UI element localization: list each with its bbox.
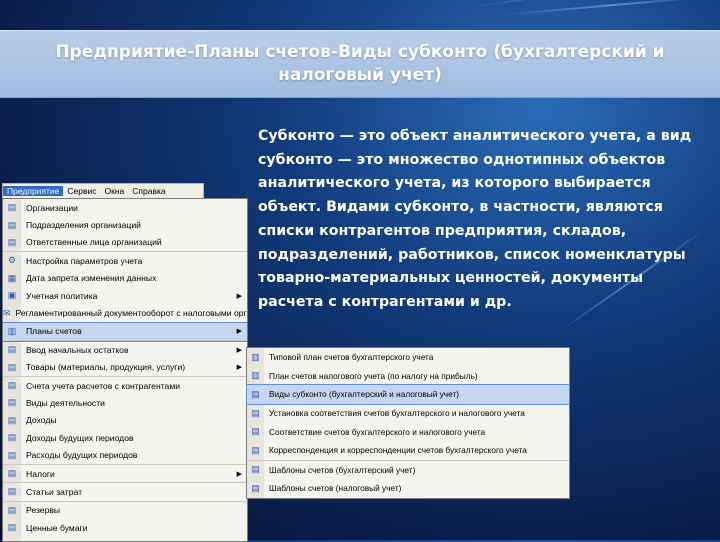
slide-title: Предприятие-Планы счетов-Виды субконто (… <box>55 42 665 85</box>
policy-icon: ▣ <box>7 290 17 301</box>
app-menubar: Предприятие Сервис Окна Справка <box>2 183 204 199</box>
goods-icon: ▤ <box>7 361 17 372</box>
menu-item-regulated-docflow[interactable]: ✉ Регламентированный документооборот с на… <box>3 304 247 323</box>
menubar-item-windows[interactable]: Окна <box>101 186 129 196</box>
submenu-item-account-mapping[interactable]: ▤ Соответствие счетов бухгалтерского и на… <box>247 422 569 441</box>
menu-item-accounting-policy[interactable]: ▣ Учетная политика ▶ <box>3 287 247 304</box>
menu-item-goods[interactable]: ▤ Товары (материалы, продукция, услуги) ▶ <box>3 359 247 377</box>
submenu-item-tax-chart[interactable]: ▥ План счетов налогового учета (по налогу… <box>247 367 569 386</box>
accounts-icon: ▥ <box>7 325 17 336</box>
catalog-icon: ▤ <box>7 397 17 408</box>
menu-item-income[interactable]: ▤ Доходы <box>3 412 247 429</box>
template-icon: ▤ <box>251 464 260 475</box>
template-icon: ▤ <box>251 482 260 493</box>
submenu-arrow-icon: ▶ <box>236 364 242 372</box>
menu-item-reserves[interactable]: ▤ Резервы <box>3 502 247 519</box>
submenu-arrow-icon: ▶ <box>236 328 242 336</box>
menu-item-opening-balances[interactable]: ▤ Ввод начальных остатков ▶ <box>3 341 247 358</box>
enterprise-dropdown-menu: ▤ Организации ▤ Подразделения организаций … <box>2 198 248 542</box>
menu-item-divisions[interactable]: ▤ Подразделения организаций <box>3 216 247 233</box>
submenu-item-subconto-types[interactable]: ▤ Виды субконто (бухгалтерский и налоговы… <box>246 384 570 405</box>
submenu-item-set-account-mapping[interactable]: ▤ Установка соответствия счетов бухгалтер… <box>247 404 569 423</box>
catalog-icon: ▤ <box>7 486 17 497</box>
slide-title-bar: Предприятие-Планы счетов-Виды субконто (… <box>0 30 720 98</box>
settings-icon: ⚙ <box>7 255 17 266</box>
menu-item-securities[interactable]: ▤ Ценные бумаги <box>3 519 247 536</box>
balance-icon: ▤ <box>7 344 17 355</box>
catalog-icon: ▤ <box>7 414 17 425</box>
menu-item-lock-date[interactable]: ▦ Дата запрета изменения данных <box>3 270 247 287</box>
menu-item-deferred-income[interactable]: ▤ Доходы будущих периодов <box>3 429 247 446</box>
charts-of-accounts-submenu: ▥ Типовой план счетов бухгалтерского учет… <box>246 347 570 499</box>
menu-item-charts-of-accounts[interactable]: ▥ Планы счетов ▶ <box>3 321 247 343</box>
chart-of-accounts-icon: ▥ <box>251 351 260 362</box>
catalog-icon: ▤ <box>7 432 17 443</box>
menu-item-organizations[interactable]: ▤ Организации <box>3 199 247 216</box>
submenu-arrow-icon: ▶ <box>236 346 242 354</box>
background-streak <box>499 0 720 16</box>
menu-item-accounting-settings[interactable]: ⚙ Настройка параметров учета <box>3 252 247 269</box>
menubar-item-help[interactable]: Справка <box>128 186 169 196</box>
submenu-item-correspondence[interactable]: ▤ Корреспонденция и корреспонденции счето… <box>247 441 569 460</box>
submenu-item-account-templates-nu[interactable]: ▤ Шаблоны счетов (налоговый учет) <box>247 479 569 498</box>
mapping-icon: ▤ <box>251 444 260 455</box>
menu-item-cost-items[interactable]: ▤ Статьи затрат <box>3 483 247 502</box>
mapping-icon: ▤ <box>251 407 260 418</box>
menu-item-activity-types[interactable]: ▤ Виды деятельности <box>3 394 247 411</box>
catalog-icon: ▤ <box>7 449 17 460</box>
catalog-icon: ▤ <box>7 219 17 230</box>
submenu-item-account-templates-bu[interactable]: ▤ Шаблоны счетов (бухгалтерский учет) <box>247 459 569 480</box>
menu-item-deferred-expenses[interactable]: ▤ Расходы будущих периодов <box>3 446 247 465</box>
subconto-icon: ▤ <box>251 388 260 399</box>
document-icon: ✉ <box>3 307 11 318</box>
catalog-icon: ▤ <box>7 504 17 515</box>
menu-item-counterparty-accounts[interactable]: ▤ Счета учета расчетов с контрагентами <box>3 377 247 394</box>
menu-item-taxes[interactable]: ▤ Налоги ▶ <box>3 465 247 484</box>
slide-description: Субконто — это объект аналитического уче… <box>258 128 692 310</box>
submenu-arrow-icon: ▶ <box>236 470 242 478</box>
menubar-item-service[interactable]: Сервис <box>63 186 100 196</box>
catalog-icon: ▤ <box>7 202 17 213</box>
mapping-icon: ▤ <box>251 426 260 437</box>
submenu-arrow-icon: ▶ <box>236 292 242 300</box>
catalog-icon: ▤ <box>7 522 17 533</box>
menubar-item-enterprise[interactable]: Предприятие <box>3 186 64 196</box>
tax-icon: ▤ <box>7 468 17 479</box>
submenu-item-standard-chart[interactable]: ▥ Типовой план счетов бухгалтерского учет… <box>247 348 569 367</box>
chart-of-accounts-icon: ▥ <box>251 370 260 381</box>
catalog-icon: ▤ <box>7 236 17 247</box>
calendar-icon: ▦ <box>7 272 17 283</box>
menu-item-responsible-persons[interactable]: ▤ Ответственные лица организаций <box>3 234 247 253</box>
catalog-icon: ▤ <box>7 380 17 391</box>
